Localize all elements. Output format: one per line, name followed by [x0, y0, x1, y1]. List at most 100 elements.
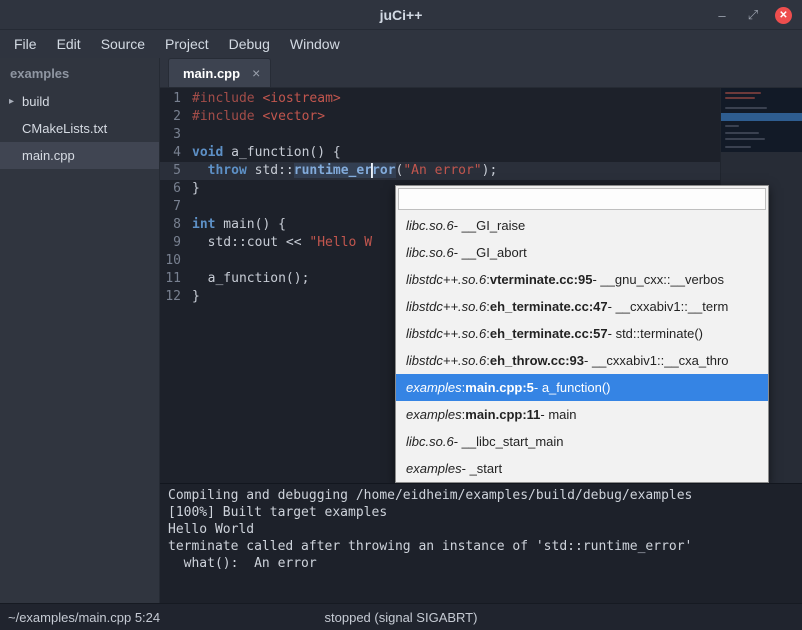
file-tree: ▸build CMakeLists.txt main.cpp [0, 88, 159, 169]
code-token: <vector> [262, 109, 325, 124]
code-token: <iostream> [262, 91, 340, 106]
code-text: #include <vector> [192, 108, 325, 126]
line-number: 4 [160, 144, 187, 162]
minimize-button[interactable]: – [713, 6, 731, 24]
frame-symbol: - __gnu_cxx::__verbos [592, 272, 724, 287]
code-token: std::cout << [192, 235, 309, 250]
app-window: juCi++ – ⤢ ✕ FileEditSourceProjectDebugW… [0, 0, 802, 630]
editor-column: main.cpp× 1#include <iostream>2#include … [160, 58, 802, 603]
stack-frame[interactable]: libc.so.6 - __GI_abort [396, 239, 768, 266]
tree-item-main.cpp[interactable]: main.cpp [0, 142, 159, 169]
tree-item-cmakelists.txt[interactable]: CMakeLists.txt [0, 115, 159, 142]
main-area: examples ▸build CMakeLists.txt main.cpp ma… [0, 58, 802, 603]
line-number: 10 [160, 252, 187, 270]
frame-symbol: - __cxxabiv1::__cxa_thro [584, 353, 729, 368]
stack-trace-popup: libc.so.6 - __GI_raiselibc.so.6 - __GI_a… [395, 185, 769, 483]
line-number: 7 [160, 198, 187, 216]
code-token: a_function() { [223, 145, 340, 160]
stack-frame[interactable]: examples:main.cpp:5 - a_function() [396, 374, 768, 401]
code-token: int [192, 217, 215, 232]
menu-item-window[interactable]: Window [280, 33, 350, 55]
frame-location: eh_terminate.cc:57 [490, 326, 608, 341]
line-number: 8 [160, 216, 187, 234]
frame-module: libstdc++.so.6 [406, 326, 486, 341]
minimap-code-mark [725, 132, 759, 134]
frame-location: vterminate.cc:95 [490, 272, 593, 287]
frame-module: libstdc++.so.6 [406, 272, 486, 287]
code-token: a_function(); [192, 271, 309, 286]
project-name: examples [0, 58, 159, 88]
tree-item-build[interactable]: ▸build [0, 88, 159, 115]
code-text: int main() { [192, 216, 286, 234]
code-line[interactable]: 3 [160, 126, 802, 144]
minimap-code-mark [725, 146, 751, 148]
code-line[interactable]: 2#include <vector> [160, 108, 802, 126]
title-bar[interactable]: juCi++ – ⤢ ✕ [0, 0, 802, 30]
minimap-code-mark [725, 138, 765, 140]
menu-item-source[interactable]: Source [91, 33, 155, 55]
window-controls: – ⤢ ✕ [713, 0, 792, 30]
menu-item-project[interactable]: Project [155, 33, 219, 55]
close-button[interactable]: ✕ [775, 7, 792, 24]
code-token: #include [192, 91, 262, 106]
terminal-line: Hello World [168, 521, 794, 538]
popup-search-input[interactable] [398, 188, 766, 210]
menu-item-debug[interactable]: Debug [219, 33, 280, 55]
stack-frame[interactable]: libc.so.6 - __GI_raise [396, 212, 768, 239]
code-text: std::cout << "Hello W [192, 234, 372, 252]
line-number: 11 [160, 270, 187, 288]
frame-symbol: - main [540, 407, 576, 422]
status-file-position: ~/examples/main.cpp 5:24 [0, 610, 160, 625]
line-number: 12 [160, 288, 187, 306]
code-line[interactable]: 1 #include <iostream> [160, 90, 802, 108]
code-text: void a_function() { [192, 144, 341, 162]
window-title: juCi++ [0, 7, 802, 23]
frame-location: eh_terminate.cc:47 [490, 299, 608, 314]
line-number: 9 [160, 234, 187, 252]
menu-item-file[interactable]: File [4, 33, 47, 55]
frame-module: libc.so.6 [406, 245, 454, 260]
code-line[interactable]: 5 throw std::runtime_error("An error"); [160, 162, 802, 180]
line-number: 6 [160, 180, 187, 198]
editor-pane: 1#include <iostream>2#include <vector>34… [160, 88, 802, 483]
frame-module: libstdc++.so.6 [406, 299, 486, 314]
frame-symbol: - std::terminate() [608, 326, 703, 341]
frame-symbol: - __cxxabiv1::__term [608, 299, 729, 314]
stack-frame[interactable]: libstdc++.so.6:eh_throw.cc:93 - __cxxabi… [396, 347, 768, 374]
tree-item-label: CMakeLists.txt [22, 121, 107, 136]
tree-item-label: build [22, 94, 49, 109]
tab-label: main.cpp [183, 66, 240, 81]
code-line[interactable]: 4 void a_function() { [160, 144, 802, 162]
stack-frame[interactable]: libstdc++.so.6:vterminate.cc:95 - __gnu_… [396, 266, 768, 293]
code-token: std:: [247, 163, 294, 178]
code-token: throw [208, 163, 247, 178]
frame-symbol: - a_function() [534, 380, 611, 395]
frame-module: libstdc++.so.6 [406, 353, 486, 368]
line-number: 1 [160, 90, 187, 108]
code-token: } [192, 289, 200, 304]
code-text: } [192, 288, 200, 306]
frame-symbol: - __GI_raise [454, 218, 526, 233]
minimap-current-line [721, 113, 802, 121]
minimap-code-mark [725, 125, 739, 127]
menu-item-edit[interactable]: Edit [47, 33, 91, 55]
stack-frame[interactable]: examples - _start [396, 455, 768, 482]
code-token: } [192, 181, 200, 196]
frame-module: examples [406, 461, 462, 476]
sidebar: examples ▸build CMakeLists.txt main.cpp [0, 58, 160, 603]
stack-frame[interactable]: examples:main.cpp:11 - main [396, 401, 768, 428]
stack-frame[interactable]: libstdc++.so.6:eh_terminate.cc:47 - __cx… [396, 293, 768, 320]
code-token: ); [482, 163, 498, 178]
stack-frame[interactable]: libstdc++.so.6:eh_terminate.cc:57 - std:… [396, 320, 768, 347]
terminal-output[interactable]: Compiling and debugging /home/eidheim/ex… [160, 483, 802, 603]
stack-frame[interactable]: libc.so.6 - __libc_start_main [396, 428, 768, 455]
status-bar: stopped (signal SIGABRT) ~/examples/main… [0, 603, 802, 630]
minimap-code-mark [725, 97, 755, 99]
code-token: "An error" [403, 163, 481, 178]
maximize-button[interactable]: ⤢ [744, 6, 762, 24]
frame-symbol: - __libc_start_main [454, 434, 564, 449]
tab-main.cpp[interactable]: main.cpp × [168, 58, 271, 87]
code-text: #include <iostream> [192, 90, 341, 108]
code-token: runtime_er [294, 163, 372, 178]
tab-close-icon[interactable]: × [252, 66, 260, 80]
